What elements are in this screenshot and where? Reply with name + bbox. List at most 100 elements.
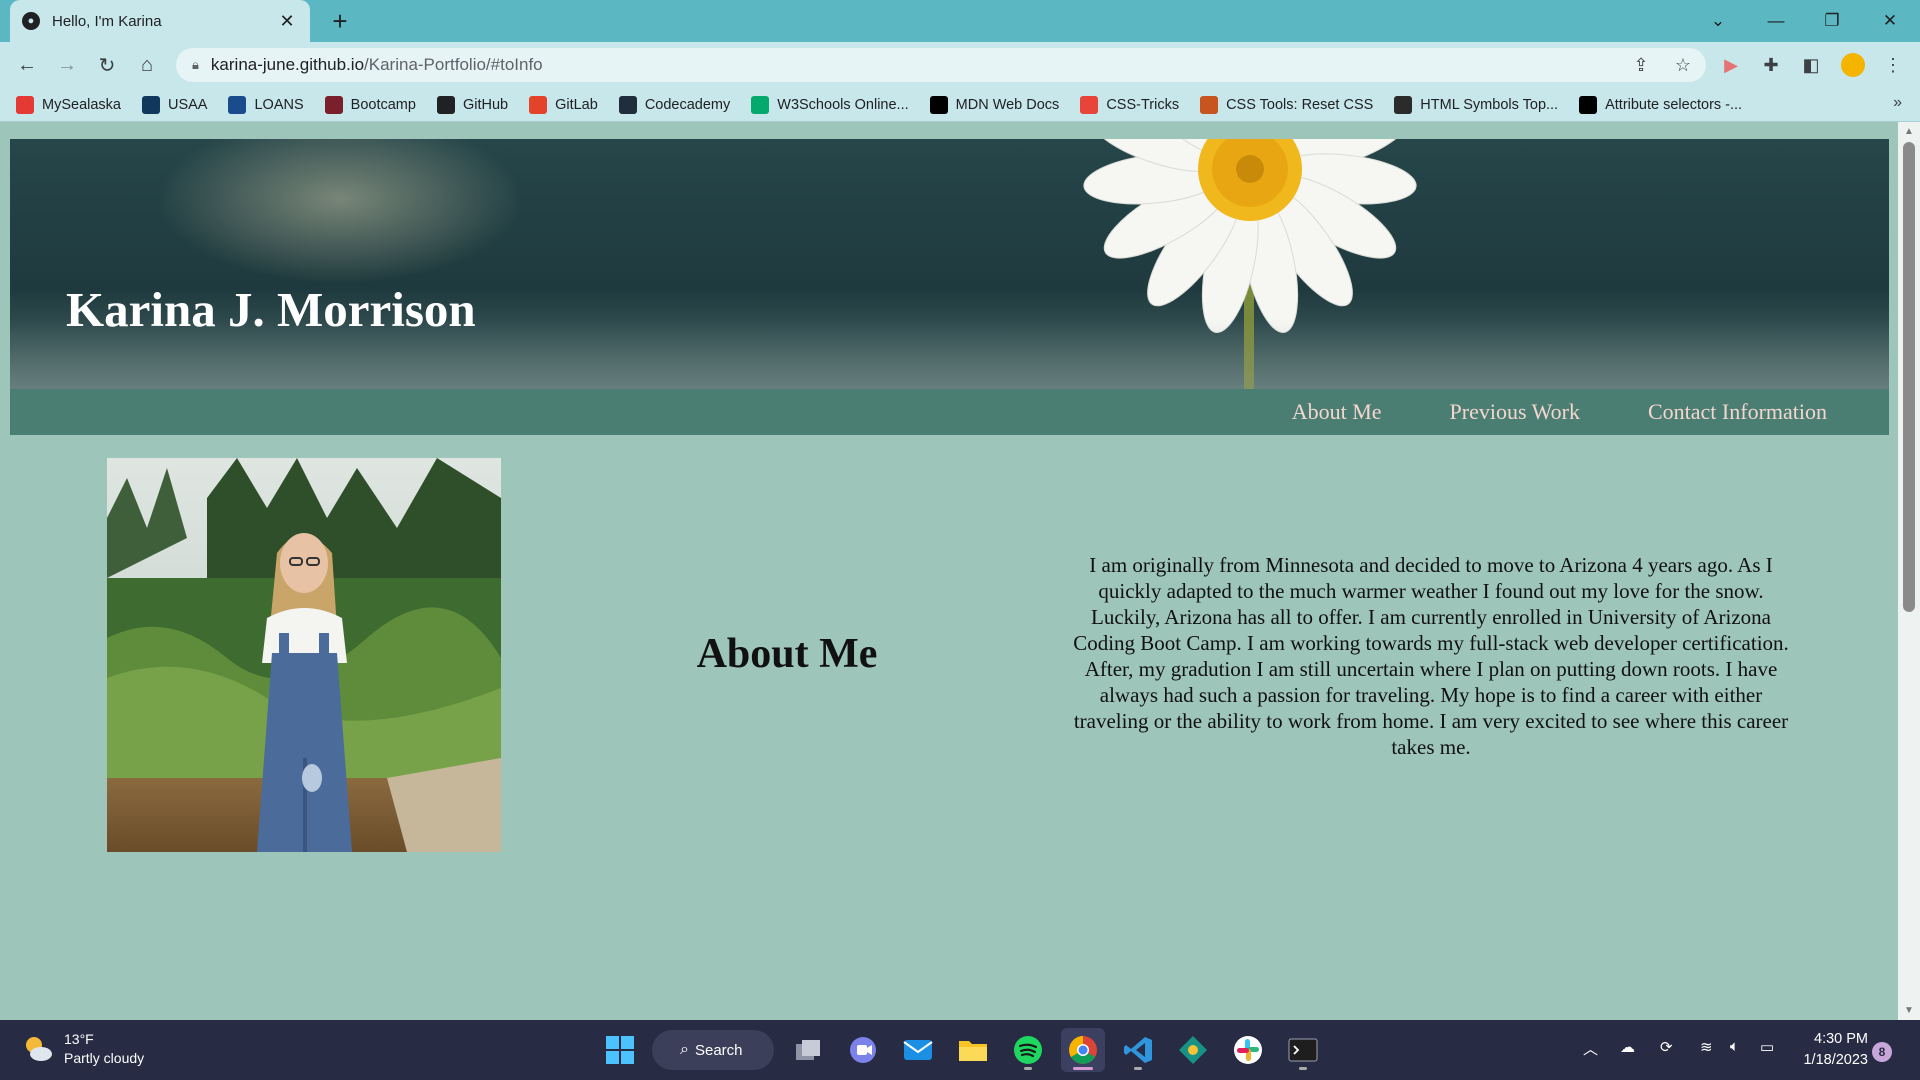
url-host: karina-june.github.io	[210, 55, 365, 74]
file-explorer-icon[interactable]	[951, 1028, 995, 1072]
onedrive-cloud-icon[interactable]: ☁	[1620, 1038, 1635, 1056]
bookmark-item[interactable]: MDN Web Docs	[929, 95, 1060, 114]
about-paragraph: I am originally from Minnesota and decid…	[1073, 553, 1789, 759]
bookmark-item[interactable]: Attribute selectors -...	[1579, 95, 1743, 114]
tab-title: Hello, I'm Karina	[52, 12, 162, 30]
close-tab-icon[interactable]: ✕	[276, 11, 298, 32]
battery-icon[interactable]: ▭	[1760, 1038, 1774, 1056]
forward-button[interactable]: →	[50, 48, 84, 82]
nav-previous-work[interactable]: Previous Work	[1450, 399, 1580, 425]
slack-icon[interactable]	[1226, 1028, 1270, 1072]
scroll-up-arrow-icon[interactable]: ▲	[1904, 126, 1914, 137]
scrollbar-thumb[interactable]	[1903, 142, 1915, 612]
nav-about-me[interactable]: About Me	[1292, 399, 1382, 425]
usaa-icon	[141, 95, 160, 114]
browser-tab[interactable]: ● Hello, I'm Karina ✕	[10, 0, 310, 42]
html-symbols-icon	[1394, 95, 1413, 114]
bookmark-item[interactable]: Codecademy	[618, 95, 730, 114]
wifi-icon[interactable]: ≋	[1700, 1038, 1713, 1056]
bookmark-label: CSS Tools: Reset CSS	[1226, 96, 1374, 113]
back-button[interactable]: ←	[10, 48, 44, 82]
reload-button[interactable]: ↻	[90, 48, 124, 82]
w3schools-icon	[751, 95, 770, 114]
bookmark-item[interactable]: HTML Symbols Top...	[1394, 95, 1559, 114]
bookmark-item[interactable]: W3Schools Online...	[751, 95, 909, 114]
bootcamp-icon	[324, 95, 343, 114]
spotify-icon[interactable]	[1006, 1028, 1050, 1072]
daisy-image	[1083, 139, 1417, 389]
sealaska-icon	[16, 95, 34, 114]
address-bar[interactable]: 🔒︎ karina-june.github.io/Karina-Portfoli…	[176, 48, 1706, 82]
globe-icon: ●	[22, 12, 40, 30]
extensions-puzzle-icon[interactable]: ✚	[1754, 48, 1788, 82]
bookmark-label: HTML Symbols Top...	[1420, 96, 1559, 113]
tab-search-chevron-icon[interactable]: ⌄	[1690, 0, 1746, 42]
bookmark-item[interactable]: CSS Tools: Reset CSS	[1200, 95, 1374, 114]
page-scrollbar[interactable]: ▲ ▼	[1898, 122, 1920, 1020]
bookmark-item[interactable]: GitLab	[529, 95, 598, 114]
teams-chat-icon[interactable]	[841, 1028, 885, 1072]
share-icon[interactable]: ⇪	[1624, 48, 1658, 82]
restore-button[interactable]: ❐	[1804, 0, 1860, 42]
bookmark-label: Bootcamp	[350, 96, 416, 113]
bookmark-item[interactable]: Bootcamp	[324, 95, 416, 114]
bookmark-label: W3Schools Online...	[777, 96, 909, 113]
profile-avatar[interactable]	[1836, 48, 1870, 82]
side-panel-icon[interactable]: ◧	[1794, 48, 1828, 82]
start-button[interactable]	[598, 1028, 642, 1072]
menu-kebab-icon[interactable]: ⋮	[1876, 48, 1910, 82]
gitlab-icon	[529, 95, 548, 114]
chrome-icon[interactable]	[1061, 1028, 1105, 1072]
minimize-button[interactable]: —	[1748, 0, 1804, 42]
close-window-button[interactable]: ✕	[1862, 0, 1918, 42]
terminal-icon[interactable]	[1281, 1028, 1325, 1072]
task-view-icon[interactable]	[786, 1028, 830, 1072]
loans-icon	[228, 95, 247, 114]
search-icon: ⌕	[680, 1041, 689, 1058]
url-text: karina-june.github.io/Karina-Portfolio/#…	[211, 55, 543, 75]
lock-icon: 🔒︎	[192, 57, 199, 72]
taskbar-search-label: Search	[694, 1041, 743, 1059]
new-tab-button[interactable]: +	[324, 5, 356, 37]
bookmark-label: CSS-Tricks	[1106, 96, 1180, 113]
sync-icon[interactable]: ⟳	[1660, 1038, 1673, 1056]
clock-time: 4:30 PM	[1814, 1031, 1868, 1047]
scroll-down-arrow-icon[interactable]: ▼	[1904, 1005, 1914, 1016]
browser-toolbar: ← → ↻ ⌂ 🔒︎ karina-june.github.io/Karina-…	[0, 42, 1920, 88]
weather-temperature: 13°F	[64, 1031, 94, 1047]
mdn-icon	[1579, 95, 1598, 114]
clock-date: 1/18/2023	[1803, 1052, 1868, 1068]
tray-overflow-chevron-icon[interactable]: ︿	[1583, 1038, 1598, 1059]
bookmark-label: Attribute selectors -...	[1605, 96, 1743, 113]
bookmark-item[interactable]: MySealaska	[16, 95, 121, 114]
taskbar-search-button[interactable]: ⌕ Search	[652, 1030, 774, 1070]
bookmark-item[interactable]: LOANS	[228, 95, 304, 114]
bookmark-item[interactable]: GitHub	[436, 95, 509, 114]
site-nav: About Me Previous Work Contact Informati…	[10, 389, 1889, 435]
vscode-icon[interactable]	[1116, 1028, 1160, 1072]
css-tools-icon	[1200, 95, 1219, 114]
site-name: Karina J. Morrison	[66, 282, 476, 337]
notification-badge[interactable]: 8	[1872, 1042, 1892, 1062]
home-button[interactable]: ⌂	[130, 48, 164, 82]
windows-taskbar: 13°F Partly cloudy ⌕ Search ︿ ☁ ⟳ ≋ 🔈︎ ▭…	[0, 1020, 1920, 1080]
bookmark-label: MDN Web Docs	[955, 96, 1060, 113]
volume-icon[interactable]: 🔈︎	[1730, 1038, 1739, 1055]
bookmark-item[interactable]: USAA	[141, 95, 208, 114]
weather-widget[interactable]: 13°F Partly cloudy	[22, 1030, 144, 1068]
bookmarks-bar: MySealaska USAA LOANS Bootcamp GitHub GitLab C…	[0, 88, 1920, 122]
nav-contact-information[interactable]: Contact Information	[1648, 399, 1827, 425]
bookmark-label: GitHub	[462, 96, 509, 113]
mdn-icon	[929, 95, 948, 114]
bookmarks-overflow-chevron-icon[interactable]: »	[1893, 94, 1902, 112]
bookmark-star-icon[interactable]: ☆	[1666, 48, 1700, 82]
bookmark-item[interactable]: CSS-Tricks	[1080, 95, 1180, 114]
github-icon	[436, 95, 455, 114]
extension-red-icon[interactable]: ▶	[1714, 48, 1748, 82]
gitkraken-icon[interactable]	[1171, 1028, 1215, 1072]
partly-cloudy-icon	[22, 1033, 54, 1065]
bookmark-label: USAA	[167, 96, 208, 113]
system-clock[interactable]: 4:30 PM 1/18/2023	[1788, 1029, 1868, 1071]
mail-icon[interactable]	[896, 1028, 940, 1072]
codecademy-icon	[618, 95, 637, 114]
